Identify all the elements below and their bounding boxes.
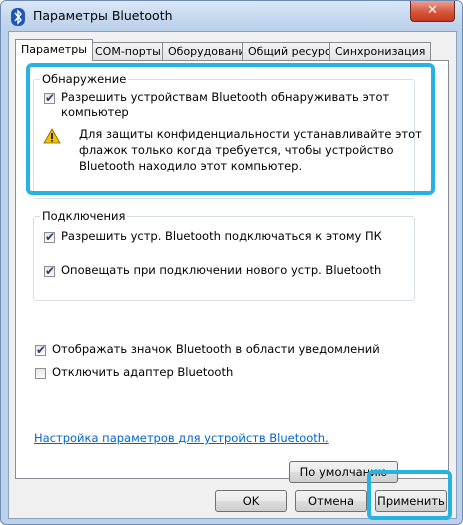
- disable-adapter-label[interactable]: Отключить адаптер Bluetooth: [52, 365, 233, 379]
- close-button[interactable]: ✕: [410, 1, 455, 22]
- tab-sharing[interactable]: Общий ресурс: [242, 42, 337, 60]
- apply-button[interactable]: Применить: [375, 490, 447, 512]
- allow-discovery-label-line2[interactable]: компьютер: [61, 105, 129, 119]
- discovery-group: Обнаружение ✔ Разрешить устройствам Blue…: [33, 72, 422, 199]
- checkmark-icon: ✔: [45, 230, 56, 244]
- allow-connect-checkbox[interactable]: ✔: [44, 230, 56, 244]
- warning-text-line2: флажок только когда требуется, чтобы уст…: [79, 143, 394, 157]
- notify-new-device-label[interactable]: Оповещать при подключении нового устр. B…: [61, 263, 381, 277]
- dialog-body: Параметры COM-порты Оборудование Общий р…: [8, 31, 457, 519]
- tab-sync[interactable]: Синхронизация: [329, 42, 432, 60]
- tab-com-ports[interactable]: COM-порты: [89, 42, 167, 60]
- cancel-button[interactable]: Отмена: [295, 490, 367, 512]
- allow-connect-label[interactable]: Разрешить устр. Bluetooth подключаться к…: [61, 229, 382, 243]
- checkmark-icon: ✔: [36, 343, 47, 357]
- warning-text-line3: Bluetooth находило этот компьютер.: [79, 159, 303, 173]
- allow-discovery-label-line1[interactable]: Разрешить устройствам Bluetooth обнаружи…: [61, 90, 389, 104]
- bluetooth-settings-dialog: Параметры Bluetooth ✕ Параметры COM-порт…: [0, 0, 463, 525]
- allow-discovery-checkbox[interactable]: ✔: [44, 91, 56, 105]
- connections-group: Подключения ✔ Разрешить устр. Bluetooth …: [33, 209, 415, 301]
- discovery-group-label: Обнаружение: [40, 72, 129, 86]
- ok-button[interactable]: OK: [215, 490, 287, 512]
- connections-group-label: Подключения: [40, 209, 128, 223]
- window-title: Параметры Bluetooth: [33, 8, 173, 23]
- warning-icon: [43, 128, 61, 144]
- show-tray-icon-checkbox[interactable]: ✔: [35, 343, 47, 357]
- tab-parameters[interactable]: Параметры: [15, 39, 93, 61]
- checkmark-icon: ✔: [45, 264, 56, 278]
- device-settings-link[interactable]: Настройка параметров для устройств Bluet…: [34, 431, 329, 445]
- restore-defaults-button[interactable]: По умолчанию: [289, 461, 398, 483]
- bluetooth-icon: [11, 8, 25, 26]
- parameters-panel: Обнаружение ✔ Разрешить устройствам Blue…: [15, 60, 449, 483]
- disable-adapter-checkbox[interactable]: [35, 368, 46, 379]
- show-tray-icon-label[interactable]: Отображать значок Bluetooth в области ув…: [52, 342, 380, 356]
- title-bar[interactable]: Параметры Bluetooth ✕: [1, 1, 462, 31]
- warning-text-line1: Для защиты конфиденциальности устанавлив…: [79, 127, 422, 141]
- notify-new-device-checkbox[interactable]: ✔: [44, 264, 56, 278]
- checkmark-icon: ✔: [45, 91, 56, 105]
